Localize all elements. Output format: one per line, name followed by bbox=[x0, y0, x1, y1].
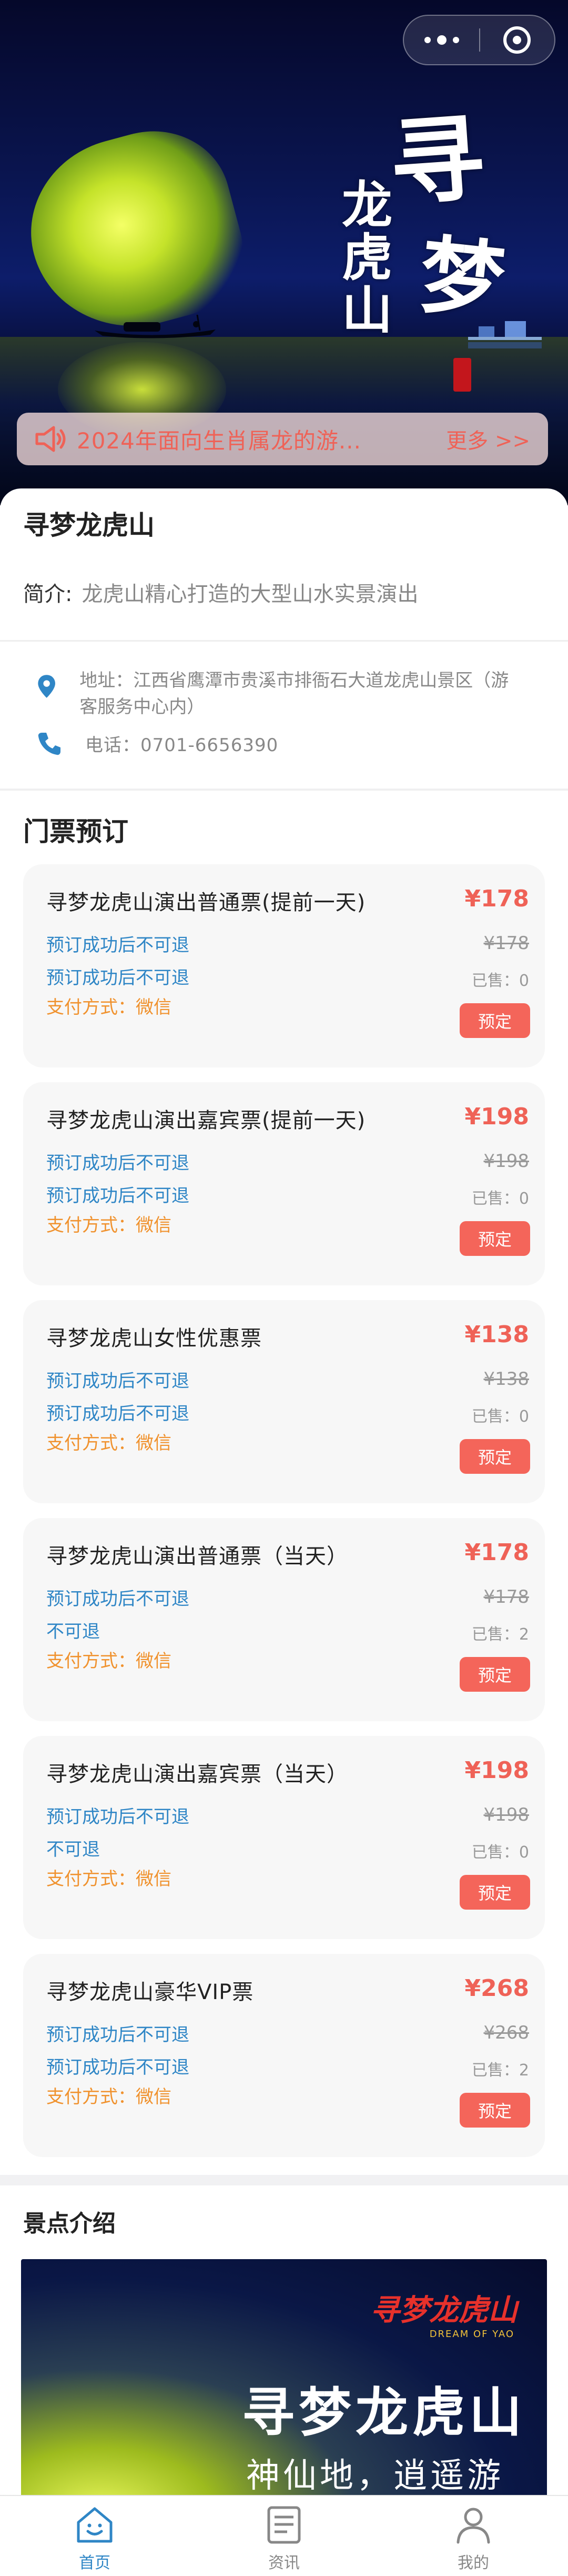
tab-home[interactable]: 首页 bbox=[0, 2496, 189, 2576]
hero-brush-char-2: 梦 bbox=[415, 225, 510, 332]
ticket-card: 寻梦龙虎山女性优惠票 ¥138 预订成功后不可退 预订成功后不可退 支付方式：微… bbox=[23, 1300, 545, 1503]
ticket-refund-note: 预订成功后不可退 bbox=[46, 2024, 189, 2045]
ticket-name: 寻梦龙虎山演出嘉宾票（当天） bbox=[46, 1762, 348, 1786]
venue-title: 寻梦龙虎山 bbox=[23, 510, 155, 541]
news-icon bbox=[267, 2506, 301, 2544]
ticket-name: 寻梦龙虎山豪华VIP票 bbox=[46, 1980, 254, 2004]
page: 寻 梦 龙虎山 2024年面向生肖属龙的游... 更多 >> 寻梦龙虎山 简介:… bbox=[0, 0, 568, 2576]
ticket-price: ¥198 bbox=[464, 1757, 529, 1784]
ticket-refund-note: 不可退 bbox=[46, 1621, 100, 1642]
ticket-payment-method: 支付方式：微信 bbox=[46, 1215, 171, 1236]
ticket-price: ¥178 bbox=[464, 1539, 529, 1566]
intro-label: 简介: bbox=[23, 582, 73, 606]
intro-value: 龙虎山精心打造的大型山水实景演出 bbox=[82, 582, 419, 606]
ticket-card: 寻梦龙虎山豪华VIP票 ¥268 预订成功后不可退 预订成功后不可退 支付方式：… bbox=[23, 1954, 545, 2157]
ticket-section-title: 门票预订 bbox=[23, 816, 128, 847]
hero-seal bbox=[453, 358, 471, 392]
scenic-banner-title: 寻梦龙虎山 bbox=[242, 2382, 526, 2443]
user-icon bbox=[457, 2508, 490, 2544]
ticket-sold-count: 已售：2 bbox=[471, 1625, 529, 1644]
ticket-refund-note: 预订成功后不可退 bbox=[46, 2057, 189, 2078]
tab-news[interactable]: 资讯 bbox=[189, 2496, 379, 2576]
ticket-sold-count: 已售：2 bbox=[471, 2061, 529, 2080]
ticket-refund-note: 预订成功后不可退 bbox=[46, 967, 189, 989]
ticket-payment-method: 支付方式：微信 bbox=[46, 997, 171, 1018]
scenic-logo-subtitle: DREAM OF YAO bbox=[429, 2329, 514, 2340]
speaker-icon bbox=[35, 426, 66, 452]
book-button[interactable]: 预定 bbox=[460, 1003, 530, 1038]
ticket-refund-note: 不可退 bbox=[46, 1839, 100, 1860]
scenic-logo: 寻梦龙虎山 bbox=[370, 2293, 518, 2328]
hero-brush-side: 龙虎山 bbox=[342, 175, 392, 340]
bottom-tab-bar: 首页 资讯 我的 bbox=[0, 2495, 568, 2576]
scenic-banner-subtitle: 神仙地，逍遥游 bbox=[246, 2457, 504, 2495]
ticket-original-price: ¥138 bbox=[483, 1369, 529, 1390]
ticket-price: ¥138 bbox=[464, 1321, 529, 1348]
ticket-sold-count: 已售：0 bbox=[471, 1407, 529, 1426]
ticket-payment-method: 支付方式：微信 bbox=[46, 1651, 171, 1672]
tab-profile[interactable]: 我的 bbox=[379, 2496, 568, 2576]
ticket-payment-method: 支付方式：微信 bbox=[46, 1433, 171, 1454]
phone-row[interactable]: 电话：0701-6656390 bbox=[37, 731, 278, 756]
ticket-refund-note: 预订成功后不可退 bbox=[46, 1185, 189, 1206]
ticket-refund-note: 预订成功后不可退 bbox=[46, 935, 189, 956]
address-row[interactable]: 地址：江西省鹰潭市贵溪市排衙石大道龙虎山景区（游客服务中心内） bbox=[37, 667, 510, 720]
ticket-refund-note: 预订成功后不可退 bbox=[46, 1403, 189, 1424]
ticket-refund-note: 预订成功后不可退 bbox=[46, 1153, 189, 1174]
more-dots-icon[interactable] bbox=[404, 15, 479, 65]
ticket-name: 寻梦龙虎山女性优惠票 bbox=[46, 1326, 262, 1351]
book-button[interactable]: 预定 bbox=[460, 1439, 530, 1474]
notice-bar[interactable]: 2024年面向生肖属龙的游... 更多 >> bbox=[17, 413, 548, 465]
ticket-original-price: ¥198 bbox=[483, 1804, 529, 1825]
tab-home-label: 首页 bbox=[79, 2554, 110, 2572]
scenic-section-title: 景点介绍 bbox=[23, 2210, 116, 2237]
ticket-refund-note: 预订成功后不可退 bbox=[46, 1806, 189, 1828]
venue-info-card: 寻梦龙虎山 简介: 龙虎山精心打造的大型山水实景演出 地址：江西省鹰潭市贵溪市排衙… bbox=[0, 488, 568, 792]
ticket-sold-count: 已售：0 bbox=[471, 972, 529, 990]
phone-text: 电话：0701-6656390 bbox=[85, 735, 279, 756]
ticket-name: 寻梦龙虎山演出嘉宾票(提前一天) bbox=[46, 1109, 366, 1133]
ticket-name: 寻梦龙虎山演出普通票(提前一天) bbox=[46, 891, 366, 915]
ticket-sold-count: 已售：0 bbox=[471, 1190, 529, 1208]
ticket-original-price: ¥178 bbox=[483, 933, 529, 954]
phone-icon bbox=[38, 732, 60, 755]
hero-banner: 寻 梦 龙虎山 2024年面向生肖属龙的游... 更多 >> bbox=[0, 0, 568, 505]
ticket-sold-count: 已售：0 bbox=[471, 1843, 529, 1862]
ticket-card: 寻梦龙虎山演出嘉宾票（当天） ¥198 预订成功后不可退 不可退 支付方式：微信… bbox=[23, 1736, 545, 1939]
ticket-card: 寻梦龙虎山演出普通票(提前一天) ¥178 预订成功后不可退 预订成功后不可退 … bbox=[23, 864, 545, 1067]
ticket-original-price: ¥178 bbox=[483, 1586, 529, 1607]
ticket-payment-method: 支付方式：微信 bbox=[46, 1869, 171, 1890]
ticket-price: ¥268 bbox=[464, 1975, 529, 2002]
ticket-payment-method: 支付方式：微信 bbox=[46, 2086, 171, 2108]
ticket-refund-note: 预订成功后不可退 bbox=[46, 1589, 189, 1610]
tab-news-label: 资讯 bbox=[268, 2554, 300, 2572]
boat-silhouette bbox=[95, 315, 216, 338]
mini-program-capsule bbox=[403, 15, 555, 65]
book-button[interactable]: 预定 bbox=[460, 1221, 530, 1256]
tab-profile-label: 我的 bbox=[458, 2554, 489, 2572]
book-button[interactable]: 预定 bbox=[460, 1657, 530, 1692]
ticket-card: 寻梦龙虎山演出普通票（当天） ¥178 预订成功后不可退 不可退 支付方式：微信… bbox=[23, 1518, 545, 1721]
book-button[interactable]: 预定 bbox=[460, 2093, 530, 2128]
notice-more-link[interactable]: 更多 >> bbox=[446, 424, 530, 454]
venue-intro: 简介: 龙虎山精心打造的大型山水实景演出 bbox=[23, 577, 418, 607]
ticket-section: 门票预订 寻梦龙虎山演出普通票(提前一天) ¥178 预订成功后不可退 预订成功… bbox=[0, 791, 568, 2175]
ticket-price: ¥198 bbox=[464, 1103, 529, 1130]
home-smile-icon bbox=[77, 2507, 113, 2543]
hero-brush-char-1: 寻 bbox=[386, 102, 489, 220]
book-button[interactable]: 预定 bbox=[460, 1875, 530, 1910]
ticket-card: 寻梦龙虎山演出嘉宾票(提前一天) ¥198 预订成功后不可退 预订成功后不可退 … bbox=[23, 1082, 545, 1285]
ticket-refund-note: 预订成功后不可退 bbox=[46, 1371, 189, 1392]
address-text: 地址：江西省鹰潭市贵溪市排衙石大道龙虎山景区（游客服务中心内） bbox=[79, 670, 509, 717]
ticket-original-price: ¥198 bbox=[483, 1151, 529, 1172]
ticket-name: 寻梦龙虎山演出普通票（当天） bbox=[46, 1544, 348, 1569]
divider bbox=[0, 640, 568, 642]
location-pin-icon bbox=[38, 675, 55, 698]
ticket-original-price: ¥268 bbox=[483, 2022, 529, 2043]
notice-text: 2024年面向生肖属龙的游... bbox=[77, 427, 361, 454]
target-close-icon[interactable] bbox=[480, 15, 554, 65]
ticket-price: ¥178 bbox=[464, 885, 529, 912]
